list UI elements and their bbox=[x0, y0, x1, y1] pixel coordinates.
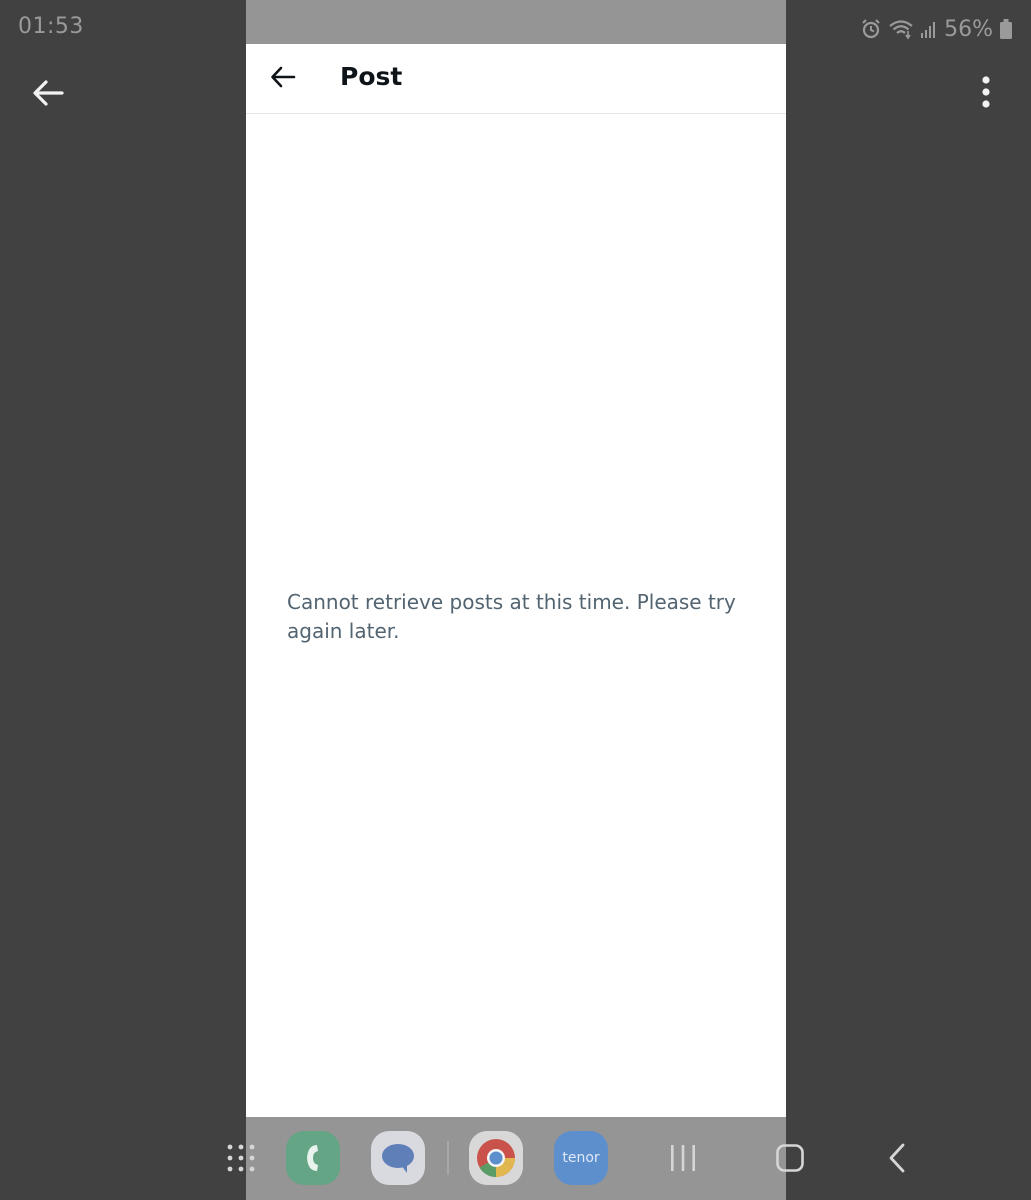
tenor-app-button[interactable]: tenor bbox=[554, 1131, 608, 1185]
post-screen: Post Cannot retrieve posts at this time.… bbox=[246, 0, 786, 1200]
battery-icon bbox=[999, 18, 1013, 40]
error-message: Cannot retrieve posts at this time. Plea… bbox=[287, 590, 736, 643]
app-header: Post bbox=[246, 44, 786, 114]
home-button[interactable] bbox=[770, 1141, 810, 1177]
navigation-dock: tenor bbox=[0, 1117, 1031, 1200]
back-button[interactable] bbox=[268, 62, 298, 92]
dock-divider bbox=[447, 1141, 449, 1175]
arrow-left-icon bbox=[28, 74, 68, 114]
status-icons: 56% bbox=[860, 14, 1013, 44]
more-vertical-icon bbox=[970, 72, 1002, 112]
home-icon bbox=[770, 1141, 810, 1177]
recents-button[interactable] bbox=[663, 1141, 703, 1177]
recents-icon bbox=[663, 1141, 703, 1177]
chrome-icon bbox=[469, 1131, 523, 1185]
viewer-more-options-button[interactable] bbox=[970, 72, 1002, 112]
page-title: Post bbox=[340, 62, 403, 91]
phone-status-bar bbox=[246, 0, 786, 44]
battery-percent: 56% bbox=[944, 16, 993, 42]
tenor-label: tenor bbox=[562, 1150, 600, 1166]
phone-app-button[interactable] bbox=[286, 1131, 340, 1185]
chat-bubble-icon bbox=[371, 1131, 425, 1185]
viewer-back-button[interactable] bbox=[28, 74, 68, 114]
alarm-icon bbox=[860, 18, 882, 40]
phone-icon bbox=[286, 1131, 340, 1185]
messages-app-button[interactable] bbox=[371, 1131, 425, 1185]
arrow-left-icon bbox=[268, 62, 298, 92]
chrome-app-button[interactable] bbox=[469, 1131, 523, 1185]
back-icon bbox=[877, 1141, 917, 1177]
apps-grid-icon bbox=[226, 1143, 256, 1173]
wifi-icon bbox=[888, 18, 914, 40]
apps-grid-button[interactable] bbox=[226, 1143, 256, 1173]
signal-icon bbox=[920, 18, 938, 40]
status-time: 01:53 bbox=[18, 14, 84, 39]
nav-back-button[interactable] bbox=[877, 1141, 917, 1177]
